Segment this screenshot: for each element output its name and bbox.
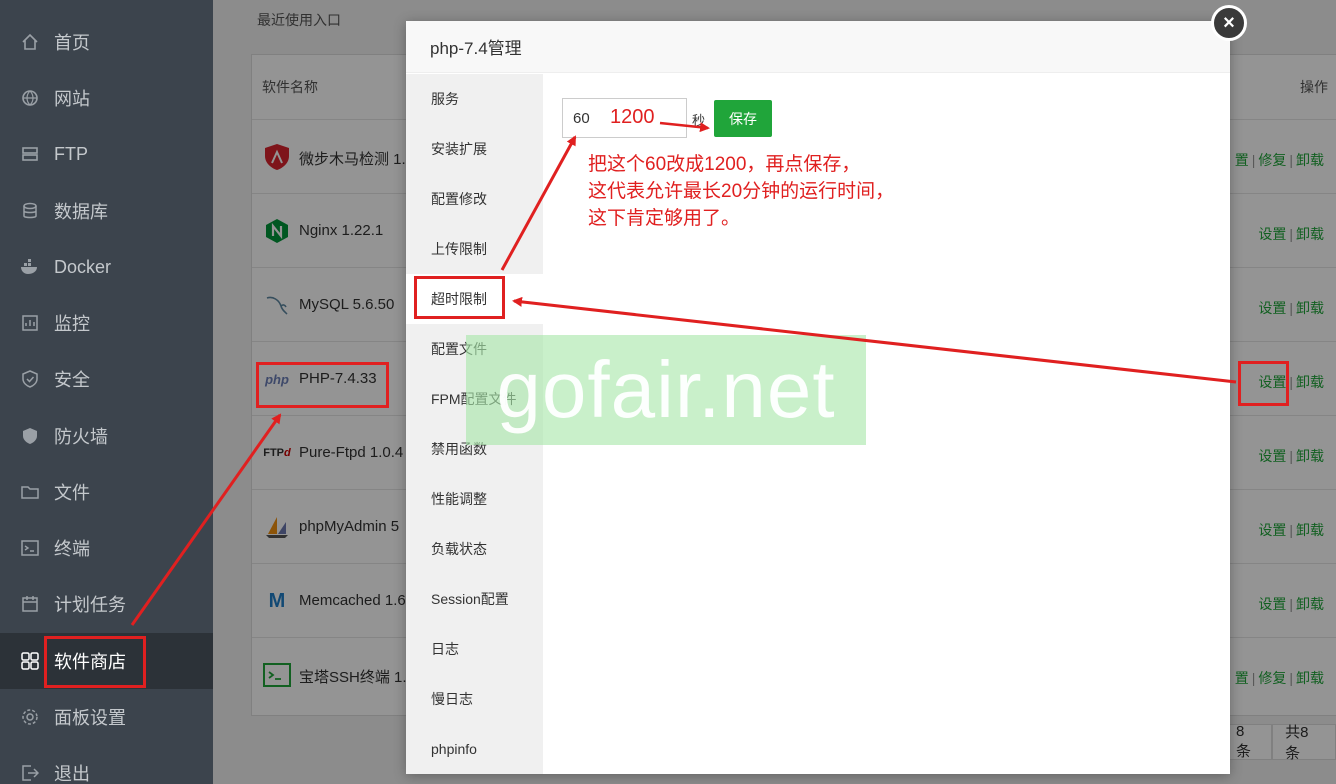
annotation-arrows bbox=[130, 121, 1237, 626]
arrow-value-to-save bbox=[659, 121, 710, 133]
arrow-menu-to-input bbox=[500, 135, 577, 271]
arrow-store-to-php bbox=[130, 413, 282, 626]
arrow-settings-to-menu bbox=[512, 296, 1237, 384]
